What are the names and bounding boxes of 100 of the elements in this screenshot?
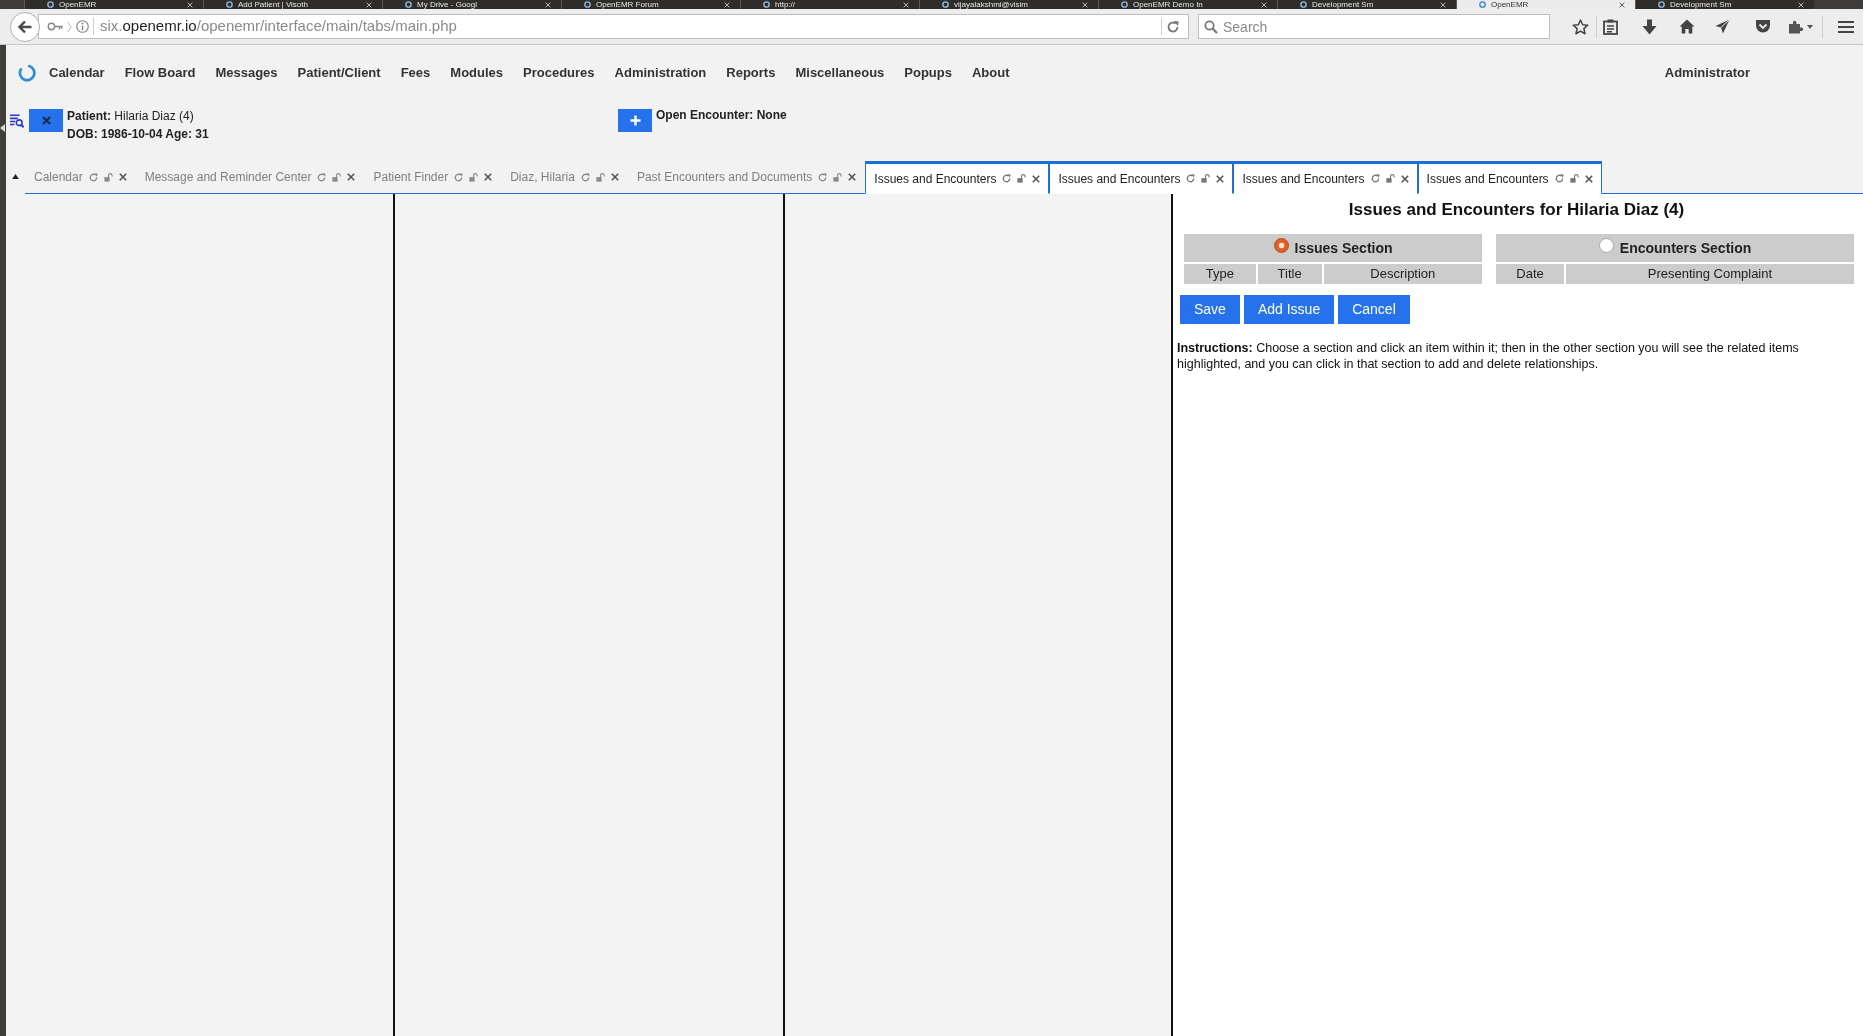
menu-item[interactable]: Calendar bbox=[39, 63, 115, 83]
home-icon[interactable] bbox=[1679, 19, 1695, 34]
encounter-status: Open Encounter: None bbox=[656, 107, 787, 124]
tab[interactable]: Issues and Encounters bbox=[1233, 161, 1418, 194]
menu-item[interactable]: Administration bbox=[604, 63, 717, 83]
close-icon[interactable] bbox=[1584, 174, 1593, 183]
close-icon[interactable] bbox=[347, 173, 356, 181]
tab[interactable]: Issues and Encounters bbox=[865, 161, 1050, 194]
column-header: Title bbox=[1257, 264, 1322, 284]
radio-button[interactable] bbox=[1273, 238, 1289, 253]
refresh-icon[interactable] bbox=[317, 172, 327, 182]
refresh-icon[interactable] bbox=[818, 172, 828, 182]
plus-icon bbox=[629, 115, 641, 126]
unlocked-padlock-icon[interactable] bbox=[595, 172, 605, 182]
back-arrow-icon bbox=[17, 18, 33, 35]
refresh-icon[interactable] bbox=[1554, 174, 1564, 183]
menu-item[interactable]: Messages bbox=[205, 63, 288, 83]
send-icon[interactable] bbox=[1715, 19, 1730, 34]
save-button[interactable]: Save bbox=[1180, 295, 1240, 324]
url-text: six.openemr.io/openemr/interface/main/tabs/main.php bbox=[100, 16, 457, 37]
close-icon[interactable] bbox=[484, 173, 493, 181]
close-icon[interactable] bbox=[903, 1, 909, 8]
address-field[interactable]: six.openemr.io/openemr/interface/main/tabs/main.php bbox=[38, 14, 1189, 39]
menu-item[interactable]: Miscellaneous bbox=[785, 63, 895, 83]
unlocked-padlock-icon[interactable] bbox=[1385, 174, 1395, 183]
close-icon[interactable] bbox=[1619, 1, 1625, 8]
close-icon[interactable] bbox=[1400, 174, 1409, 183]
unlocked-padlock-icon[interactable] bbox=[332, 172, 342, 182]
close-icon[interactable] bbox=[1032, 174, 1041, 183]
favicon-icon bbox=[1658, 1, 1665, 8]
menu-item[interactable]: Procedures bbox=[513, 63, 605, 83]
close-icon[interactable] bbox=[118, 173, 127, 181]
clear-patient-button[interactable] bbox=[29, 109, 63, 132]
close-icon[interactable] bbox=[545, 1, 551, 8]
browser-tab[interactable]: http:// bbox=[740, 0, 919, 9]
column-header: Type bbox=[1184, 264, 1256, 284]
refresh-icon[interactable] bbox=[1186, 174, 1196, 183]
close-icon[interactable] bbox=[848, 173, 857, 181]
column-header: Date bbox=[1496, 264, 1564, 284]
refresh-icon[interactable] bbox=[454, 172, 464, 182]
close-icon[interactable] bbox=[187, 1, 193, 8]
close-icon[interactable] bbox=[610, 173, 619, 181]
clipboard-icon[interactable] bbox=[1603, 18, 1618, 35]
key-icon[interactable] bbox=[47, 21, 63, 32]
unlocked-padlock-icon[interactable] bbox=[103, 172, 113, 182]
section-title: Issues Section bbox=[1294, 238, 1393, 258]
close-icon[interactable] bbox=[724, 1, 730, 8]
section-title: Encounters Section bbox=[1619, 238, 1752, 258]
unlocked-padlock-icon[interactable] bbox=[1017, 174, 1027, 183]
dropdown-caret-icon[interactable] bbox=[1807, 24, 1813, 29]
menu-item[interactable]: Fees bbox=[390, 63, 441, 83]
favicon-icon bbox=[47, 1, 54, 8]
menu-item[interactable]: Patient/Client bbox=[287, 63, 391, 83]
logo-icon[interactable] bbox=[18, 64, 36, 82]
refresh-icon[interactable] bbox=[580, 172, 590, 182]
column-header: Presenting Complaint bbox=[1565, 264, 1854, 284]
pocket-icon[interactable] bbox=[1755, 19, 1771, 34]
close-icon[interactable] bbox=[1798, 1, 1804, 8]
cancel-button[interactable]: Cancel bbox=[1338, 295, 1410, 324]
refresh-icon[interactable] bbox=[88, 172, 98, 182]
new-encounter-button[interactable] bbox=[618, 109, 652, 132]
patient-list-icon[interactable] bbox=[10, 114, 24, 128]
info-icon[interactable] bbox=[76, 20, 89, 33]
close-icon[interactable] bbox=[1216, 174, 1225, 183]
menu-icon[interactable] bbox=[1838, 19, 1854, 34]
column-header: Description bbox=[1323, 264, 1483, 284]
menu-item[interactable]: Reports bbox=[716, 63, 786, 83]
user-menu[interactable]: Administrator bbox=[1654, 63, 1760, 83]
menu-item[interactable]: Popups bbox=[894, 63, 962, 83]
star-icon[interactable] bbox=[1572, 18, 1589, 35]
menu-item[interactable]: Modules bbox=[440, 63, 514, 83]
favicon-icon bbox=[1479, 1, 1486, 8]
unlocked-padlock-icon[interactable] bbox=[469, 172, 479, 182]
patient-dob: DOB: 1986-10-04 Age: 31 bbox=[67, 126, 209, 143]
download-icon[interactable] bbox=[1642, 18, 1657, 35]
add-issue-button[interactable]: Add Issue bbox=[1243, 295, 1335, 324]
close-icon[interactable] bbox=[1261, 1, 1267, 8]
refresh-icon[interactable] bbox=[1002, 174, 1012, 183]
menu-item[interactable]: About bbox=[962, 63, 1020, 83]
unlocked-padlock-icon[interactable] bbox=[1569, 174, 1579, 183]
favicon-icon bbox=[1121, 1, 1128, 8]
menu-item[interactable]: Flow Board bbox=[114, 63, 206, 83]
radio-button[interactable] bbox=[1598, 238, 1614, 253]
patient-name: Patient: Hilaria Diaz (4) bbox=[67, 108, 195, 125]
close-icon[interactable] bbox=[1082, 1, 1088, 8]
tab[interactable]: Issues and Encounters bbox=[1417, 161, 1602, 194]
reload-icon[interactable] bbox=[1166, 19, 1180, 34]
collapse-caret-icon[interactable] bbox=[12, 174, 19, 179]
unlocked-padlock-icon[interactable] bbox=[1201, 174, 1211, 183]
back-button[interactable] bbox=[10, 11, 40, 42]
favicon-icon bbox=[226, 1, 233, 8]
search-field[interactable]: Search bbox=[1198, 14, 1550, 39]
tab[interactable]: Issues and Encounters bbox=[1049, 161, 1234, 194]
puzzle-icon[interactable] bbox=[1788, 19, 1804, 34]
favicon-icon bbox=[942, 1, 949, 8]
unlocked-padlock-icon[interactable] bbox=[833, 172, 843, 182]
chevron-icon bbox=[67, 19, 72, 34]
close-icon[interactable] bbox=[1440, 1, 1446, 8]
refresh-icon[interactable] bbox=[1370, 174, 1380, 183]
close-icon[interactable] bbox=[366, 1, 372, 8]
